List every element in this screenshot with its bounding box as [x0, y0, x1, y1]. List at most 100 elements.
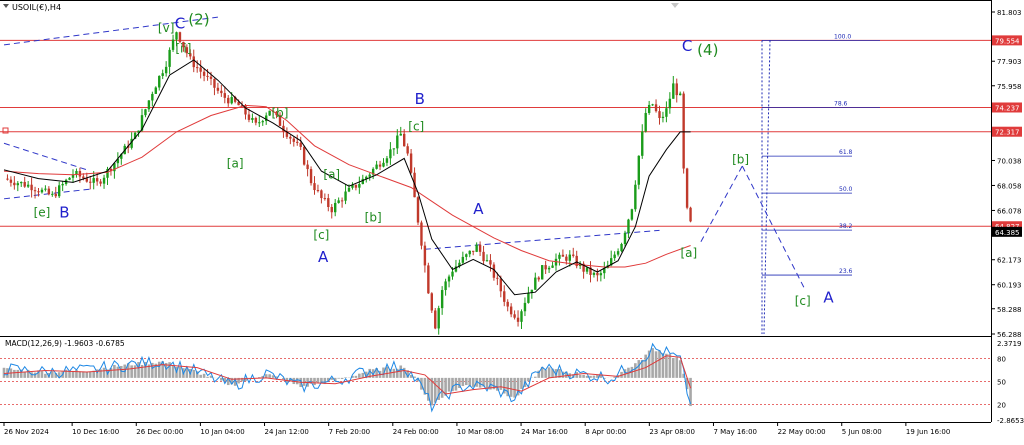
- candle-body: [310, 169, 312, 183]
- candle-body: [389, 149, 391, 158]
- candle-body: [648, 105, 650, 113]
- macd-histogram-bar: [206, 377, 209, 378]
- candle-body: [48, 189, 50, 195]
- wave-label: [ii]: [175, 41, 191, 55]
- candle-body: [517, 318, 519, 322]
- macd-histogram-bar: [658, 350, 661, 378]
- time-tick-label: 10 Mar 08:00: [457, 428, 504, 436]
- candle-body: [406, 146, 408, 153]
- candle-body: [503, 291, 505, 302]
- macd-histogram-bar: [296, 378, 299, 384]
- fib-level-label: 50.0: [839, 186, 853, 193]
- candle-body: [151, 94, 153, 101]
- candle-body: [379, 165, 381, 167]
- candle-body: [96, 178, 98, 181]
- time-tick-label: 24 Jan 12:00: [265, 428, 309, 436]
- candle-body: [196, 67, 198, 68]
- macd-histogram-bar: [513, 378, 516, 398]
- macd-histogram-bar: [465, 378, 468, 385]
- macd-histogram-bar: [192, 370, 195, 378]
- wave-label: B: [59, 204, 69, 222]
- macd-histogram-bar: [362, 373, 365, 378]
- candle-body: [213, 79, 215, 88]
- candle-body: [479, 245, 481, 252]
- time-tick-label: 24 Feb 00:00: [393, 428, 439, 436]
- price-tick-label: 62.173: [997, 257, 1022, 265]
- price-tick-label: 58.288: [997, 306, 1022, 314]
- price-tick-label: 75.958: [997, 83, 1022, 91]
- macd-histogram-bar: [172, 366, 175, 378]
- macd-histogram-bar: [303, 378, 306, 386]
- macd-histogram-bar: [434, 378, 437, 403]
- macd-histogram-bar: [41, 371, 44, 378]
- macd-histogram-bar: [472, 378, 475, 387]
- macd-histogram-bar: [500, 378, 503, 390]
- candle-body: [58, 185, 60, 196]
- candle-body: [631, 209, 633, 219]
- candle-body: [462, 257, 464, 263]
- macd-histogram-bar: [579, 375, 582, 378]
- candle-body: [669, 99, 671, 108]
- wave-label: A: [823, 288, 834, 306]
- candle-body: [465, 254, 467, 257]
- candle-body: [569, 255, 571, 261]
- time-tick-label: 7 Feb 20:00: [329, 428, 370, 436]
- candle-body: [75, 171, 77, 174]
- trading-chart-window: 100.078.661.850.038.223.6[v]C(2)[ii][a][…: [0, 0, 1024, 441]
- candle-body: [375, 165, 377, 169]
- candle-body: [296, 142, 298, 143]
- candle-body: [158, 76, 160, 88]
- macd-histogram-bar: [203, 374, 206, 378]
- candle-body: [382, 163, 384, 167]
- candle-body: [634, 185, 636, 210]
- candle-body: [358, 184, 360, 188]
- candle-body: [427, 265, 429, 293]
- candle-body: [17, 183, 19, 185]
- macd-histogram-bar: [23, 372, 26, 378]
- wave-label: [b]: [732, 152, 749, 166]
- time-tick-label: 10 Jan 04:00: [200, 428, 244, 436]
- price-chart[interactable]: 100.078.661.850.038.223.6[v]C(2)[ii][a][…: [0, 0, 1024, 441]
- macd-histogram-bar: [313, 378, 316, 385]
- candle-body: [682, 94, 684, 169]
- candle-body: [396, 136, 398, 149]
- macd-histogram-bar: [679, 360, 682, 378]
- macd-histogram-bar: [520, 378, 523, 389]
- macd-histogram-bar: [593, 376, 596, 378]
- fib-level-label: 23.6: [839, 268, 853, 275]
- macd-histogram-bar: [17, 370, 20, 378]
- wave-label: [c]: [313, 228, 329, 242]
- macd-histogram-bar: [665, 354, 668, 378]
- candle-body: [6, 179, 8, 180]
- candle-body: [300, 143, 302, 147]
- candle-body: [175, 32, 177, 39]
- wave-label: [a]: [680, 246, 697, 260]
- candle-body: [624, 233, 626, 244]
- candle-body: [220, 91, 222, 93]
- price-tick-label: 81.803: [997, 9, 1022, 17]
- macd-histogram-bar: [358, 374, 361, 378]
- candle-body: [562, 255, 564, 257]
- candle-body: [482, 252, 484, 261]
- candle-body: [593, 273, 595, 275]
- macd-tick-label: -2.8653: [997, 417, 1024, 425]
- candle-body: [617, 251, 619, 254]
- macd-histogram-bar: [544, 370, 547, 378]
- candle-body: [520, 311, 522, 322]
- candle-body: [168, 50, 170, 67]
- candle-body: [386, 158, 388, 163]
- macd-tick-label: 50: [997, 379, 1006, 387]
- candle-body: [613, 255, 615, 258]
- wave-label: C: [682, 37, 692, 55]
- candle-body: [51, 194, 53, 195]
- macd-histogram-bar: [79, 371, 82, 378]
- candle-body: [541, 265, 543, 279]
- candle-body: [686, 169, 688, 208]
- price-tag-label: 74.237: [995, 104, 1020, 112]
- macd-histogram-bar: [199, 375, 202, 378]
- wave-label: B: [415, 90, 425, 108]
- price-tick-label: 56.288: [997, 331, 1022, 339]
- time-tick-label: 22 May 00:00: [778, 428, 826, 436]
- candle-body: [327, 198, 329, 207]
- candle-body: [34, 190, 36, 191]
